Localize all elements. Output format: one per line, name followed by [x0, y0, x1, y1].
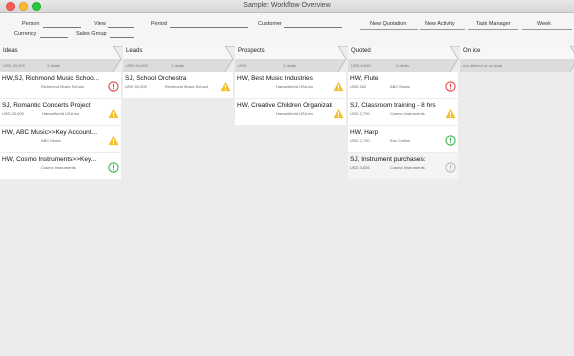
- new-activity-button[interactable]: New Activity: [425, 21, 455, 27]
- person-label: Person: [22, 21, 40, 27]
- view-label: View: [94, 21, 106, 27]
- deal-title: HW, Best Music Industries: [237, 75, 313, 82]
- deal-value: USD 2,700: [350, 138, 370, 143]
- stage-header-leads[interactable]: Leads USD 50,000 1 deals: [123, 46, 245, 72]
- warning-icon: [108, 133, 119, 146]
- deal-card[interactable]: HW, Best Music Industries HansaWorld USA …: [235, 72, 346, 98]
- stage-header-ideas[interactable]: Ideas USD 25,000 4 deals: [0, 46, 133, 72]
- stage-name: Prospects: [238, 48, 265, 54]
- stage-sum: USD 6,659: [351, 63, 371, 68]
- deal-title: SJ, Instrument purchases:: [350, 156, 426, 163]
- warning-icon: [220, 79, 231, 92]
- deal-value: USD 2,700: [350, 111, 370, 116]
- stage-sum: not defined or no data: [463, 63, 502, 68]
- deal-company: Cosmo Instruments: [390, 111, 425, 116]
- stage-header-quoted[interactable]: Quoted USD 6,659 4 deals: [348, 46, 470, 72]
- deal-company: Cosmo Instruments: [41, 165, 76, 170]
- stage-name: Ideas: [3, 48, 18, 54]
- currency-label: Currency: [14, 31, 37, 37]
- stage-deal-count: 1 deals: [171, 63, 184, 68]
- stage-column: HW, Best Music Industries HansaWorld USA …: [235, 72, 346, 126]
- deal-company: ABC Music: [390, 84, 410, 89]
- week-button[interactable]: Week: [537, 21, 551, 27]
- stage-column: HW, Flute USD 552 ABC Music SJ, Classroom t…: [348, 72, 458, 180]
- deal-card[interactable]: HW, Flute USD 552 ABC Music: [348, 72, 458, 98]
- stage-deal-count: 2 deals: [283, 63, 296, 68]
- deal-card[interactable]: SJ, Romantic Concerts Project USD 25,000 H…: [0, 99, 121, 125]
- week-underline: [522, 29, 572, 30]
- stage-deal-count: 4 deals: [47, 63, 60, 68]
- currency-field[interactable]: [40, 37, 68, 38]
- deal-title: HW, Flute: [350, 75, 379, 82]
- error-icon: [445, 79, 456, 92]
- sales-group-label: Sales Group: [76, 31, 107, 37]
- warning-icon: [445, 106, 456, 119]
- customer-label: Customer: [258, 21, 282, 27]
- stage-deal-count: 4 deals: [396, 63, 409, 68]
- ok-icon: [108, 160, 119, 173]
- deal-card[interactable]: HW,SJ, Richmond Music Schoo... Richmond M…: [0, 72, 121, 98]
- filter-bar: Person Currency View Sales Group Period …: [0, 13, 574, 47]
- info-icon: [445, 160, 456, 173]
- deal-card[interactable]: HW, ABC Music>>Key Account... ABC Music: [0, 126, 121, 152]
- deal-company: Eric Collins: [390, 138, 411, 143]
- deal-card[interactable]: HW, Harp USD 2,700 Eric Collins: [348, 126, 458, 152]
- task-manager-button[interactable]: Task Manager: [476, 21, 511, 27]
- deal-value: USD 50,000: [125, 84, 147, 89]
- deal-value: USD 25,000: [2, 111, 24, 116]
- stage-chevron: [0, 46, 122, 72]
- new-quotation-underline: [360, 29, 418, 30]
- deal-title: SJ, Classroom training - 8 hrs: [350, 102, 436, 109]
- stage-header-prospects[interactable]: Prospects USD 2 deals: [235, 46, 358, 72]
- task-manager-underline: [468, 29, 518, 30]
- deal-company: ABC Music: [41, 138, 61, 143]
- warning-icon: [108, 106, 119, 119]
- pipeline-board: Ideas USD 25,000 4 deals HW,SJ, Richmond Mu…: [0, 46, 574, 356]
- warning-icon: [333, 79, 344, 92]
- deal-company: HansaWorld USA inc: [276, 111, 314, 116]
- deal-company: HansaWorld USA inc: [42, 111, 80, 116]
- period-field[interactable]: [170, 27, 248, 28]
- view-field[interactable]: [108, 27, 134, 28]
- stage-column: SJ, School Orchestra USD 50,000 Richmond M…: [123, 72, 233, 99]
- person-field[interactable]: [43, 27, 81, 28]
- stage-name: Leads: [126, 48, 143, 54]
- deal-title: HW, Creative Children Organization: [237, 102, 332, 109]
- deal-company: Cosmo Instruments: [390, 165, 425, 170]
- deal-card[interactable]: SJ, Instrument purchases: USD 3,626 Cosmo …: [348, 153, 458, 179]
- deal-title: SJ, Romantic Concerts Project: [2, 102, 91, 109]
- deal-company: Richmond Music School: [165, 84, 208, 89]
- workflow-window: Sample: Workflow Overview Person Currenc…: [0, 0, 574, 356]
- new-quotation-button[interactable]: New Quotation: [370, 21, 406, 27]
- warning-icon: [333, 106, 344, 119]
- deal-title: SJ, School Orchestra: [125, 75, 187, 82]
- deal-title: HW,SJ, Richmond Music Schoo...: [2, 75, 100, 82]
- deal-card[interactable]: HW, Cosmo Instruments>>Key... Cosmo Instr…: [0, 153, 121, 179]
- period-label: Period: [151, 21, 167, 27]
- deal-company: HansaWorld USA inc: [276, 84, 314, 89]
- deal-title: HW, Cosmo Instruments>>Key...: [2, 156, 97, 163]
- titlebar: Sample: Workflow Overview: [0, 0, 574, 13]
- deal-title: HW, Harp: [350, 129, 379, 136]
- customer-field[interactable]: [284, 27, 342, 28]
- deal-title: HW, ABC Music>>Key Account...: [2, 129, 98, 136]
- stage-name: Quoted: [351, 48, 371, 54]
- deal-value: USD 3,626: [350, 165, 370, 170]
- stage-sum: USD 25,000: [3, 63, 25, 68]
- new-activity-underline: [420, 29, 465, 30]
- stage-sum: USD: [238, 63, 247, 68]
- stage-column: HW,SJ, Richmond Music Schoo... Richmond M…: [0, 72, 121, 180]
- deal-value: USD 552: [350, 84, 367, 89]
- deal-card[interactable]: SJ, School Orchestra USD 50,000 Richmond M…: [123, 72, 233, 98]
- stage-name: On ice: [463, 48, 481, 54]
- deal-company: Richmond Music School: [41, 84, 84, 89]
- deal-card[interactable]: SJ, Classroom training - 8 hrs USD 2,700 C…: [348, 99, 458, 125]
- stage-header-on-ice[interactable]: On ice not defined or no data: [460, 46, 574, 72]
- ok-icon: [445, 133, 456, 146]
- window-title: Sample: Workflow Overview: [243, 2, 331, 9]
- sales-group-field[interactable]: [110, 37, 134, 38]
- deal-card[interactable]: HW, Creative Children Organization HansaW…: [235, 99, 346, 125]
- stage-sum: USD 50,000: [126, 63, 148, 68]
- error-icon: [108, 79, 119, 92]
